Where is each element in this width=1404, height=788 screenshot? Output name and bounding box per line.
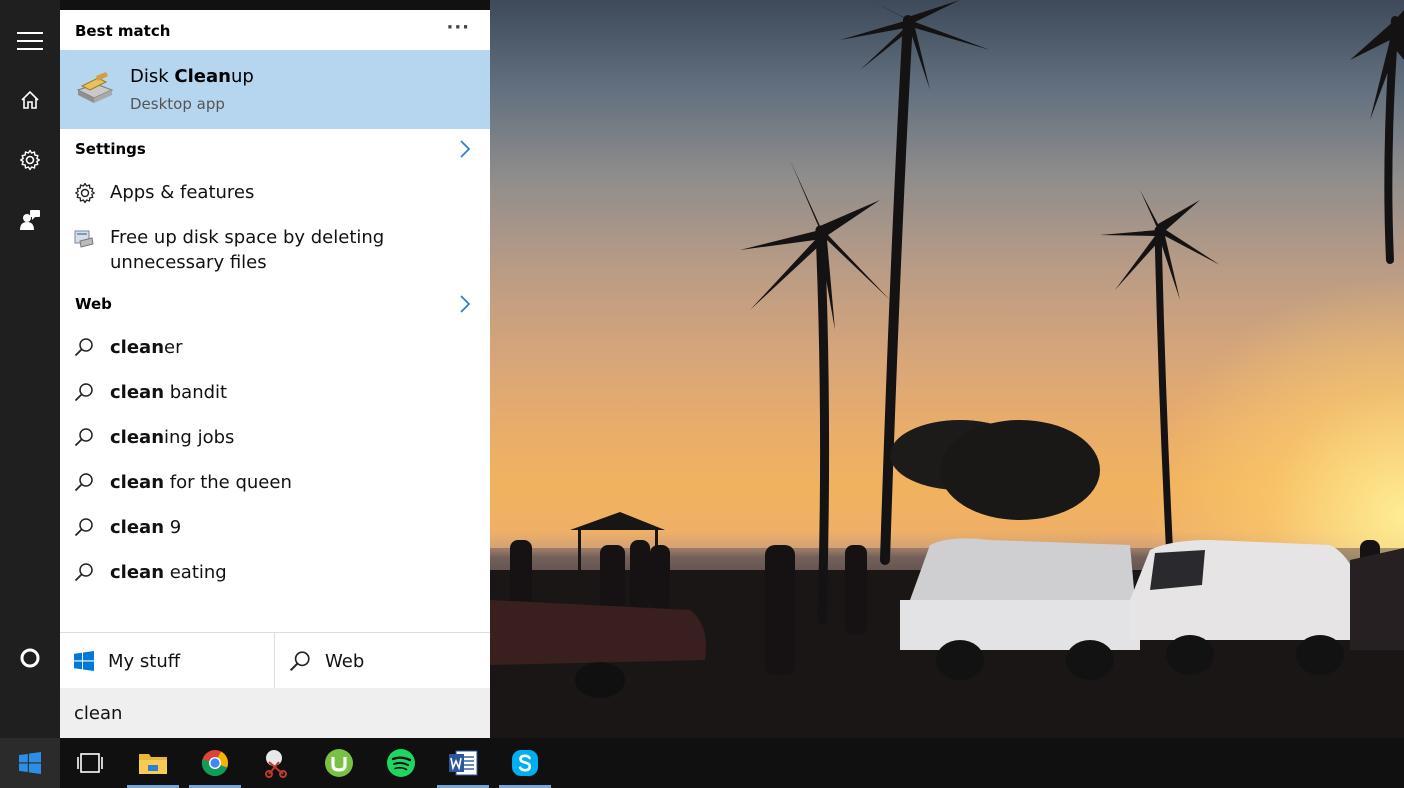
disk-cleanup-icon	[76, 72, 114, 103]
file-explorer-button[interactable]	[127, 738, 179, 788]
web-header[interactable]: Web	[60, 286, 490, 322]
spotify-button[interactable]	[375, 738, 427, 788]
web-suggestion-bold: clean	[110, 382, 165, 403]
search-icon	[74, 473, 93, 492]
web-suggestion-bold: clean	[110, 472, 165, 493]
windows-logo-icon	[19, 752, 41, 774]
settings-button[interactable]	[0, 136, 60, 184]
best-match-title-post: up	[230, 66, 254, 87]
settings-item-apps-features[interactable]: Apps & features	[60, 170, 490, 214]
best-match-header-label: Best match	[75, 22, 171, 40]
utorrent-button[interactable]	[313, 738, 365, 788]
feedback-button[interactable]	[0, 196, 60, 244]
settings-header[interactable]: Settings	[60, 131, 490, 167]
best-match-header: Best match ···	[60, 13, 490, 49]
web-suggestion-rest: 9	[164, 517, 182, 538]
disk-cleanup-small-icon	[74, 230, 94, 248]
web-suggestion-rest: for the queen	[164, 472, 292, 493]
snipping-tool-button[interactable]	[250, 738, 302, 788]
web-search-icon-wrap	[289, 650, 311, 672]
task-view-icon	[77, 753, 103, 773]
start-left-rail	[0, 0, 60, 738]
search-scope-bar: My stuff Web	[60, 632, 490, 689]
my-stuff-label: My stuff	[108, 650, 181, 672]
word-icon	[449, 750, 478, 776]
skype-icon	[512, 750, 538, 776]
hamburger-menu-icon	[17, 32, 43, 50]
web-suggestion[interactable]: clean for the queen	[60, 460, 490, 504]
desktop-wallpaper	[490, 0, 1404, 738]
windows-logo-icon	[74, 651, 94, 671]
web-suggestion-rest: eating	[164, 562, 227, 583]
best-match-title: Disk Cleanup	[130, 66, 254, 87]
utorrent-icon	[325, 749, 353, 777]
my-stuff-button[interactable]: My stuff	[60, 633, 274, 689]
web-suggestion-rest: bandit	[164, 382, 228, 403]
best-match-title-bold: Clean	[174, 66, 231, 87]
feedback-icon	[20, 210, 40, 230]
web-suggestion-text: clean for the queen	[110, 470, 480, 495]
best-match-title-pre: Disk	[130, 66, 175, 87]
skype-button[interactable]	[499, 738, 551, 788]
best-match-subtitle: Desktop app	[130, 95, 225, 113]
search-box	[60, 688, 490, 738]
web-suggestion-bold: clean	[110, 562, 165, 583]
snipping-tool-icon	[265, 750, 287, 778]
wallpaper-silhouettes	[490, 0, 1404, 738]
search-icon	[74, 518, 93, 537]
search-icon	[74, 428, 93, 447]
web-suggestion[interactable]: clean 9	[60, 505, 490, 549]
task-view-button[interactable]	[64, 738, 116, 788]
settings-header-label: Settings	[75, 140, 146, 158]
web-suggestion[interactable]: cleaning jobs	[60, 415, 490, 459]
chevron-right-icon	[460, 295, 470, 313]
search-input[interactable]	[74, 700, 474, 726]
file-explorer-icon	[139, 754, 167, 774]
web-suggestion[interactable]: clean eating	[60, 550, 490, 594]
settings-gear-icon	[20, 149, 40, 171]
search-icon	[289, 651, 310, 672]
search-icon	[74, 563, 93, 582]
chrome-icon	[201, 750, 228, 777]
more-options-button[interactable]: ···	[446, 17, 470, 38]
web-suggestion-text: cleaning jobs	[110, 425, 480, 450]
web-suggestion-text: clean bandit	[110, 380, 480, 405]
web-header-label: Web	[75, 295, 112, 313]
web-suggestion-bold: clean	[110, 427, 165, 448]
cortana-circle-icon	[20, 648, 40, 668]
home-icon	[21, 90, 39, 109]
search-icon	[74, 383, 93, 402]
home-button[interactable]	[0, 76, 60, 124]
more-options-icon: ···	[446, 17, 470, 38]
search-results-panel: Best match ··· Disk Cleanup Desktop app …	[60, 10, 490, 738]
web-suggestion-text: clean eating	[110, 560, 480, 585]
hamburger-menu-button[interactable]	[0, 17, 60, 65]
web-suggestion-text: clean 9	[110, 515, 480, 540]
spotify-icon	[387, 749, 415, 777]
web-scope-label: Web	[325, 650, 365, 672]
start-button[interactable]	[0, 738, 60, 788]
search-icon	[74, 338, 93, 357]
gear-icon	[75, 182, 95, 204]
web-suggestion-text: cleaner	[110, 335, 480, 360]
cortana-button[interactable]	[0, 634, 60, 682]
web-suggestion-rest: er	[164, 337, 183, 358]
settings-item-label: Apps & features	[110, 182, 255, 203]
chrome-button[interactable]	[189, 738, 241, 788]
windows-logo-icon-wrap	[74, 651, 94, 671]
settings-item-label: Free up disk space by deleting unnecessa…	[110, 227, 385, 273]
web-suggestion-bold: clean	[110, 337, 165, 358]
web-suggestion[interactable]: cleaner	[60, 325, 490, 369]
web-suggestion-rest: ing jobs	[164, 427, 235, 448]
web-suggestion[interactable]: clean bandit	[60, 370, 490, 414]
best-match-disk-cleanup[interactable]: Disk Cleanup Desktop app	[60, 50, 490, 129]
web-scope-button[interactable]: Web	[275, 633, 489, 689]
settings-item-free-up-disk-space[interactable]: Free up disk space by deleting unnecessa…	[60, 215, 490, 279]
web-suggestion-bold: clean	[110, 517, 165, 538]
word-button[interactable]	[437, 738, 489, 788]
taskbar	[0, 738, 1404, 788]
chevron-right-icon	[460, 140, 470, 158]
